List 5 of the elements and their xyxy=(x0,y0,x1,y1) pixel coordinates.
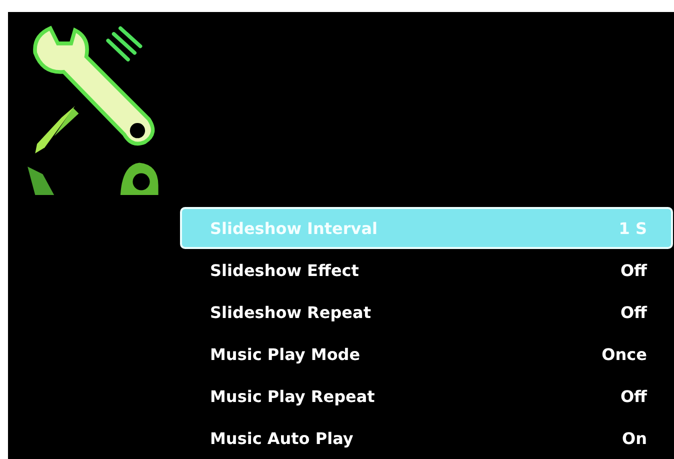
menu-item[interactable]: Music Play Mode Once xyxy=(180,333,673,375)
menu-item[interactable]: Slideshow Effect Off xyxy=(180,249,673,291)
menu-item[interactable]: Slideshow Repeat Off xyxy=(180,291,673,333)
menu-item[interactable]: Music Auto Play On xyxy=(180,417,673,459)
menu-item[interactable]: Music Play Repeat Off xyxy=(180,375,673,417)
